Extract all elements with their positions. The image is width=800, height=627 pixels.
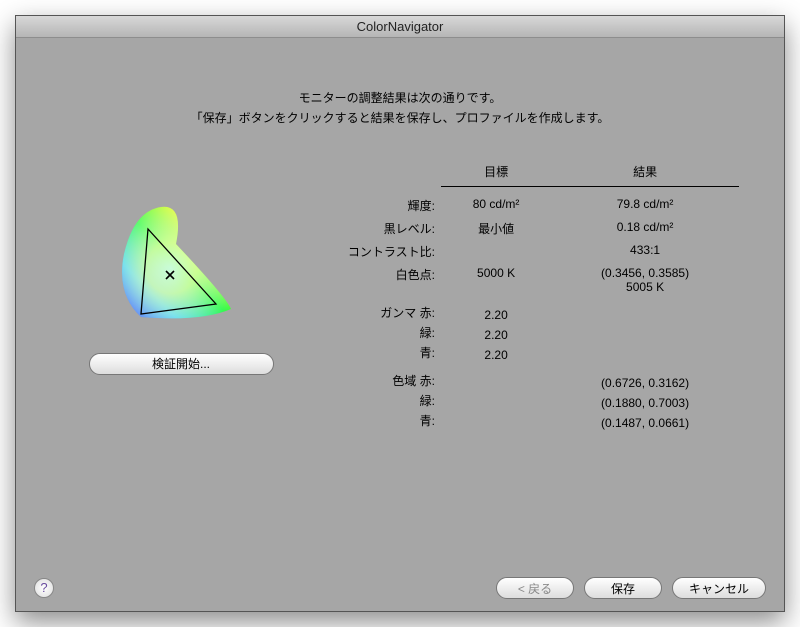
result-black: 0.18 cd/m² [551, 217, 739, 240]
row-gamut-g: 緑: (0.1880, 0.7003) [301, 393, 739, 413]
row-gamut-r: 色域 赤: (0.6726, 0.3162) [301, 373, 739, 393]
row-black: 黒レベル: 最小値 0.18 cd/m² [301, 217, 739, 240]
target-gamma-g: 2.20 [441, 325, 551, 345]
col-target: 目標 [441, 159, 551, 187]
label-gamut-b: 青: [301, 413, 441, 433]
label-gamut-g: 緑: [301, 393, 441, 413]
footer-bar: ? < 戻る 保存 キャンセル [16, 565, 784, 611]
result-brightness: 79.8 cd/m² [551, 194, 739, 217]
help-button[interactable]: ? [34, 578, 54, 598]
dialog-window: ColorNavigator モニターの調整結果は次の通りです。 「保存」ボタン… [15, 15, 785, 612]
cancel-button[interactable]: キャンセル [672, 577, 766, 599]
label-white: 白色点: [301, 263, 441, 297]
window-title: ColorNavigator [357, 19, 444, 34]
result-gamut-r: (0.6726, 0.3162) [551, 373, 739, 393]
target-contrast [441, 240, 551, 263]
col-result: 結果 [551, 159, 739, 187]
label-contrast: コントラスト比: [301, 240, 441, 263]
result-white-k: 5005 K [557, 280, 733, 294]
results-table: 目標 結果 輝度: 80 cd/m² 79.8 cd/m² 黒レベル: 最小値 … [301, 159, 739, 434]
title-bar: ColorNavigator [16, 16, 784, 38]
target-black: 最小値 [441, 217, 551, 240]
back-button: < 戻る [496, 577, 574, 599]
label-brightness: 輝度: [301, 194, 441, 217]
results-panel: 目標 結果 輝度: 80 cd/m² 79.8 cd/m² 黒レベル: 最小値 … [301, 159, 739, 434]
result-white-xy: (0.3456, 0.3585) [557, 266, 733, 280]
row-gamma-b: 青: 2.20 [301, 345, 739, 365]
label-gamut-r: 色域 赤: [301, 373, 441, 393]
target-gamma-r: 2.20 [441, 305, 551, 325]
result-gamut-g: (0.1880, 0.7003) [551, 393, 739, 413]
save-button[interactable]: 保存 [584, 577, 662, 599]
label-gamma-r: ガンマ 赤: [301, 305, 441, 325]
header-row: 目標 結果 [301, 159, 739, 187]
row-gamut-b: 青: (0.1487, 0.0661) [301, 413, 739, 433]
main-area: 検証開始... 目標 結果 輝度: 80 cd/m² 79.8 cd/m² [61, 159, 739, 434]
result-contrast: 433:1 [551, 240, 739, 263]
target-white: 5000 K [441, 263, 551, 297]
label-black: 黒レベル: [301, 217, 441, 240]
row-gamma-g: 緑: 2.20 [301, 325, 739, 345]
result-gamut-b: (0.1487, 0.0661) [551, 413, 739, 433]
intro-text: モニターの調整結果は次の通りです。 「保存」ボタンをクリックすると結果を保存し、… [61, 88, 739, 129]
row-gamma-r: ガンマ 赤: 2.20 [301, 305, 739, 325]
row-contrast: コントラスト比: 433:1 [301, 240, 739, 263]
gamut-diagram-icon [106, 199, 256, 329]
row-brightness: 輝度: 80 cd/m² 79.8 cd/m² [301, 194, 739, 217]
intro-line-1: モニターの調整結果は次の通りです。 [61, 88, 739, 108]
row-white: 白色点: 5000 K (0.3456, 0.3585) 5005 K [301, 263, 739, 297]
result-white: (0.3456, 0.3585) 5005 K [551, 263, 739, 297]
intro-line-2: 「保存」ボタンをクリックすると結果を保存し、プロファイルを作成します。 [61, 108, 739, 128]
gamut-panel: 検証開始... [61, 159, 301, 434]
label-gamma-g: 緑: [301, 325, 441, 345]
target-brightness: 80 cd/m² [441, 194, 551, 217]
verify-button[interactable]: 検証開始... [89, 353, 274, 375]
label-gamma-b: 青: [301, 345, 441, 365]
content-area: モニターの調整結果は次の通りです。 「保存」ボタンをクリックすると結果を保存し、… [16, 38, 784, 565]
target-gamma-b: 2.20 [441, 345, 551, 365]
